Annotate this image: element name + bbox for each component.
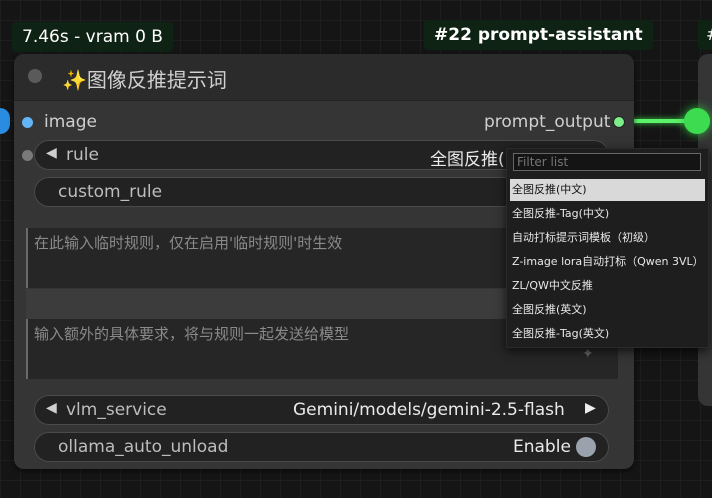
rule-label: rule xyxy=(66,145,99,165)
dropdown-option[interactable]: 全图反推-Tag(英文) xyxy=(510,323,705,345)
incoming-link-blue xyxy=(0,108,10,134)
dropdown-option[interactable]: 全图反推-Tag(中文) xyxy=(510,203,705,225)
image-input-label: image xyxy=(44,112,97,132)
vlm-next-arrow-icon[interactable]: ▶ xyxy=(585,400,596,416)
toggle-knob[interactable] xyxy=(576,437,596,457)
execution-stats-badge: 7.46s - vram 0 B xyxy=(12,22,173,52)
prompt-output-label: prompt_output xyxy=(484,112,611,132)
vlm-service-label: vlm_service xyxy=(66,400,167,420)
sparkle-assist-icon[interactable]: ✦ xyxy=(582,346,594,362)
rule-input-slot[interactable] xyxy=(22,150,33,161)
neighbor-input-slot[interactable] xyxy=(684,108,710,134)
ollama-auto-unload-value: Enable xyxy=(513,437,571,457)
ollama-auto-unload-label: ollama_auto_unload xyxy=(58,437,229,457)
collapse-toggle[interactable] xyxy=(28,69,42,83)
dropdown-option[interactable]: Z-image lora自动打标（Qwen 3VL） xyxy=(510,251,705,273)
rule-dropdown-menu[interactable]: 全图反推(中文) 全图反推-Tag(中文) 自动打标提示词模板（初级） Z-im… xyxy=(506,148,709,348)
rule-prev-arrow-icon[interactable]: ◀ xyxy=(46,145,57,161)
node-title: ✨图像反推提示词 xyxy=(62,64,227,93)
sparkles-icon: ✨ xyxy=(62,68,87,92)
neighbor-node-badge: # xyxy=(698,20,712,50)
custom-rule-label: custom_rule xyxy=(58,182,163,202)
dropdown-option[interactable]: 全图反推(中文) xyxy=(510,179,705,201)
filter-list-input[interactable] xyxy=(513,153,701,171)
dropdown-option[interactable]: 全图反推(英文) xyxy=(510,299,705,321)
vlm-service-value: Gemini/models/gemini-2.5-flash xyxy=(293,400,565,420)
prompt-output-slot[interactable] xyxy=(613,116,625,128)
vlm-prev-arrow-icon[interactable]: ◀ xyxy=(46,400,57,416)
image-input-slot[interactable] xyxy=(22,117,33,128)
dropdown-option[interactable]: 自动打标提示词模板（初级） xyxy=(510,227,705,249)
node-id-badge: #22 prompt-assistant xyxy=(424,20,653,50)
dropdown-option[interactable]: ZL/QW中文反推 xyxy=(510,275,705,297)
node-title-text: 图像反推提示词 xyxy=(86,68,227,92)
